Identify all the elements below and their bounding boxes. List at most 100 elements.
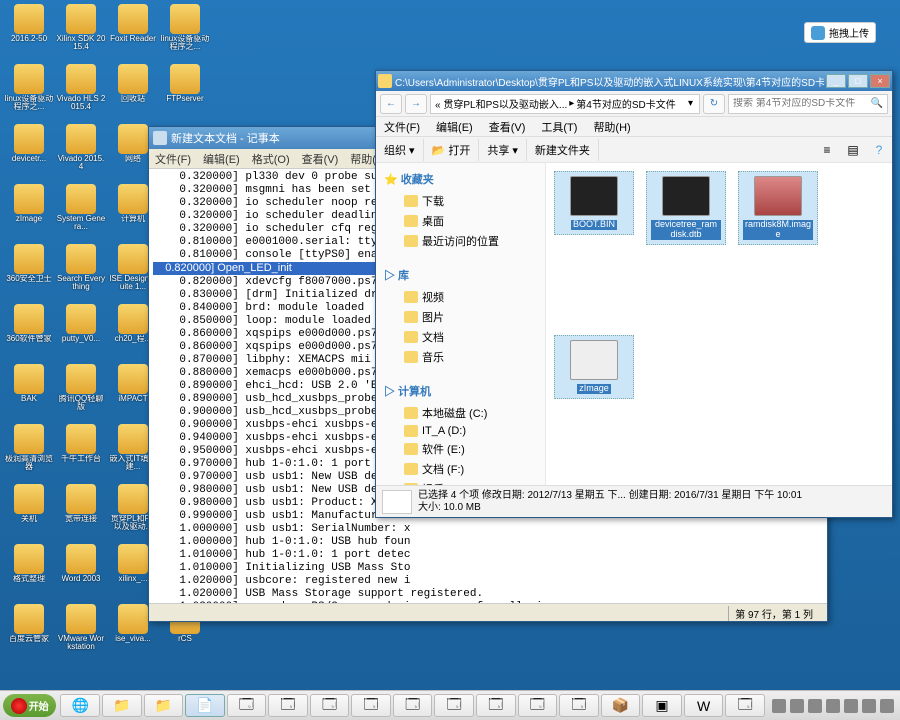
desktop-icon[interactable]: 千牛工作台 (56, 424, 106, 482)
desktop-icon[interactable] (212, 4, 262, 62)
desktop-icon[interactable]: Foxit Reader (108, 4, 158, 62)
menu-view[interactable]: 查看(V) (296, 149, 345, 168)
desktop-icon[interactable]: linux设备驱动程序之... (4, 64, 54, 122)
refresh-button[interactable]: ↻ (703, 94, 725, 114)
tray-icon[interactable] (880, 699, 894, 713)
search-box[interactable]: 🔍 (728, 94, 888, 114)
upload-pill[interactable]: 拖拽上传 (804, 22, 876, 43)
sidebar-item[interactable]: IT_A (D:) (376, 423, 545, 439)
tray-icon[interactable] (844, 699, 858, 713)
file-item[interactable]: BOOT.BIN (554, 171, 634, 235)
maximize-button[interactable]: □ (848, 74, 868, 88)
desktop-icon[interactable]: FTPserver (160, 64, 210, 122)
desktop-icon[interactable]: 360安全卫士 (4, 244, 54, 302)
sidebar-item[interactable]: 视频 (376, 287, 545, 307)
taskbar-app-generic[interactable]: 🗔 (351, 694, 391, 717)
desktop-icon[interactable]: System Genera... (56, 184, 106, 242)
view-options-icon[interactable]: ≡ (816, 140, 838, 160)
taskbar-app-generic[interactable]: 🗔 (268, 694, 308, 717)
menu-format[interactable]: 格式(O) (246, 149, 296, 168)
breadcrumb[interactable]: « 贯穿PL和PS以及驱动嵌入... ▸ 第4节对应的SD卡文件 ▾ (430, 94, 700, 114)
sidebar-item[interactable]: 软件 (E:) (376, 439, 545, 459)
file-item[interactable]: ramdisk8M.image (738, 171, 818, 245)
taskbar-app-generic[interactable]: 🗔 (476, 694, 516, 717)
sidebar-item[interactable]: 音乐 (376, 347, 545, 367)
sidebar-group[interactable]: ⭐ 收藏夹 (376, 167, 545, 191)
open-button[interactable]: 📂 打开 (424, 139, 480, 161)
sidebar-group[interactable]: ▷ 计算机 (376, 379, 545, 403)
sidebar-item[interactable]: 本地磁盘 (C:) (376, 403, 545, 423)
share-button[interactable]: 共享 ▾ (479, 139, 527, 161)
taskbar-app-notepad[interactable]: 📄 (185, 694, 225, 717)
taskbar-app-generic[interactable]: 🗔 (559, 694, 599, 717)
desktop-icon[interactable]: 关机 (4, 484, 54, 542)
taskbar-app-browser[interactable]: 🌐 (60, 694, 100, 717)
help-icon[interactable]: ? (868, 140, 890, 160)
tray-icon[interactable] (790, 699, 804, 713)
desktop-icon[interactable]: linux设备驱动程序之... (160, 4, 210, 62)
taskbar-app-generic[interactable]: 🗔 (227, 694, 267, 717)
desktop-icon[interactable]: 回收站 (108, 64, 158, 122)
desktop-icon[interactable]: Xilinx SDK 2015.4 (56, 4, 106, 62)
sidebar-item[interactable]: 下载 (376, 191, 545, 211)
desktop-icon[interactable]: Vivado 2015.4 (56, 124, 106, 182)
desktop-icon[interactable]: Search Everything (56, 244, 106, 302)
desktop-icon[interactable]: 宽带连接 (56, 484, 106, 542)
desktop-icon[interactable]: VMware Workstation (56, 604, 106, 662)
taskbar-app-generic[interactable]: 🗔 (310, 694, 350, 717)
taskbar-app-generic[interactable]: 🗔 (393, 694, 433, 717)
taskbar-app-generic[interactable]: 🗔 (434, 694, 474, 717)
back-button[interactable]: ← (380, 94, 402, 114)
close-button[interactable]: × (870, 74, 890, 88)
sidebar-group[interactable]: ▷ 库 (376, 263, 545, 287)
taskbar-app-generic[interactable]: 🗔 (518, 694, 558, 717)
desktop-icon[interactable]: Word 2003 (56, 544, 106, 602)
taskbar-app-cmd[interactable]: ▣ (642, 694, 682, 717)
search-icon[interactable]: 🔍 (871, 98, 883, 109)
taskbar-app-generic[interactable]: 🗔 (725, 694, 765, 717)
desktop-icon[interactable]: 百度云管家 (4, 604, 54, 662)
desktop-icon[interactable]: BAK (4, 364, 54, 422)
taskbar-app-word[interactable]: W (684, 694, 724, 717)
explorer-file-pane[interactable]: BOOT.BINdevicetree_ramdisk.dtbramdisk8M.… (546, 163, 892, 485)
tray-icon[interactable] (826, 699, 840, 713)
explorer-titlebar[interactable]: C:\Users\Administrator\Desktop\贯穿PL和PS以及… (376, 71, 892, 91)
system-tray[interactable] (766, 691, 900, 720)
search-input[interactable] (733, 98, 871, 109)
desktop-icon[interactable]: zImage (4, 184, 54, 242)
tray-icon[interactable] (772, 699, 786, 713)
file-item[interactable]: devicetree_ramdisk.dtb (646, 171, 726, 245)
taskbar-app-explorer2[interactable]: 📁 (144, 694, 184, 717)
file-item[interactable]: zImage (554, 335, 634, 399)
forward-button[interactable]: → (405, 94, 427, 114)
menu-help[interactable]: 帮助(H) (585, 117, 638, 136)
desktop-icon[interactable]: devicetr... (4, 124, 54, 182)
taskbar-app-winrar[interactable]: 📦 (601, 694, 641, 717)
preview-pane-icon[interactable]: ▤ (842, 140, 864, 160)
desktop-icon[interactable]: putty_V0... (56, 304, 106, 362)
organize-button[interactable]: 组织 ▾ (376, 139, 424, 161)
menu-edit[interactable]: 编辑(E) (197, 149, 246, 168)
desktop-icon[interactable]: 极润高清浏览器 (4, 424, 54, 482)
menu-view[interactable]: 查看(V) (481, 117, 534, 136)
tray-icon[interactable] (862, 699, 876, 713)
start-button[interactable]: 开始 (3, 694, 56, 717)
menu-file[interactable]: 文件(F) (376, 117, 428, 136)
tray-icon[interactable] (808, 699, 822, 713)
minimize-button[interactable]: _ (826, 74, 846, 88)
desktop-icon[interactable]: 腾讯QQ轻聊版 (56, 364, 106, 422)
taskbar-app-explorer[interactable]: 📁 (102, 694, 142, 717)
desktop-icon[interactable]: Vivado HLS 2015.4 (56, 64, 106, 122)
chevron-down-icon[interactable]: ▾ (688, 98, 693, 109)
menu-file[interactable]: 文件(F) (149, 149, 197, 168)
desktop-icon[interactable]: 2016.2-50 (4, 4, 54, 62)
desktop-icon[interactable] (212, 64, 262, 122)
sidebar-item[interactable]: 最近访问的位置 (376, 231, 545, 251)
sidebar-item[interactable]: 文档 (376, 327, 545, 347)
desktop-icon[interactable]: 360软件管家 (4, 304, 54, 362)
sidebar-item[interactable]: 文档 (F:) (376, 459, 545, 479)
menu-tools[interactable]: 工具(T) (533, 117, 585, 136)
sidebar-item[interactable]: 桌面 (376, 211, 545, 231)
sidebar-item[interactable]: 图片 (376, 307, 545, 327)
new-folder-button[interactable]: 新建文件夹 (527, 139, 599, 161)
